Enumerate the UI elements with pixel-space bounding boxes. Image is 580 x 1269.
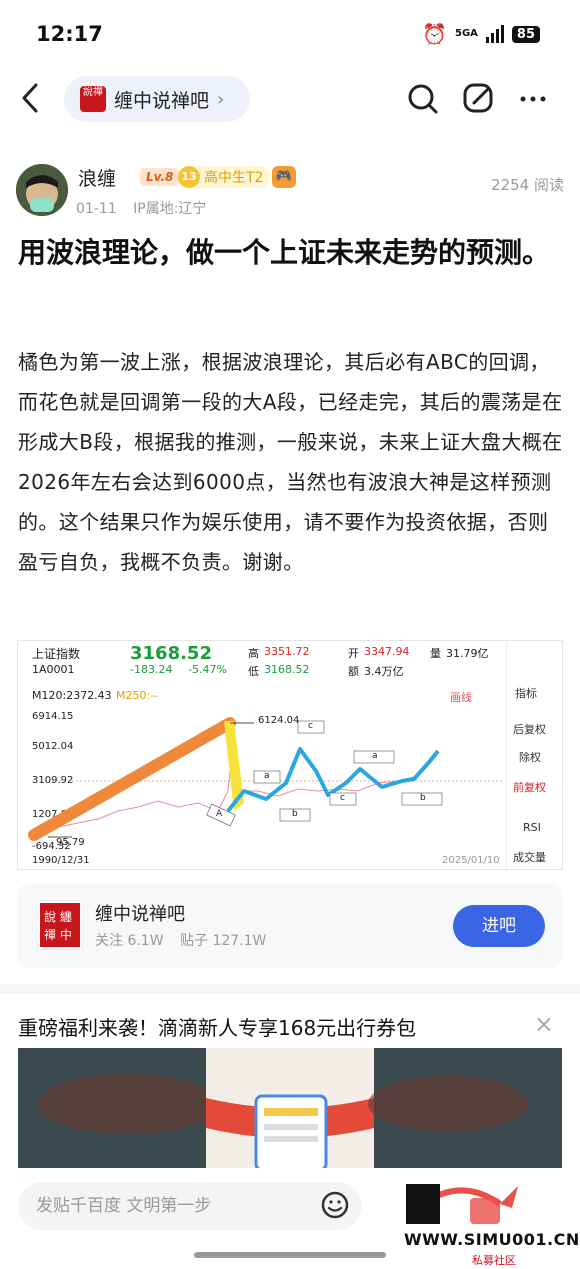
svg-text:禪: 禪	[44, 927, 56, 942]
watermark-logo	[406, 1184, 518, 1224]
gamepad-icon: 🎮	[272, 166, 296, 188]
section-divider	[0, 984, 580, 994]
edit-icon	[463, 83, 493, 113]
home-indicator[interactable]	[194, 1252, 386, 1258]
wave-label-a1: a	[264, 771, 270, 781]
side-menu-indicator: 指标	[515, 687, 537, 700]
reply-input[interactable]: 发贴千百度 文明第一步	[18, 1182, 362, 1230]
forum-card-stats: 关注 6.1W 贴子 127.1W	[95, 930, 278, 950]
level-badge: Lv.8	[140, 168, 180, 186]
side-menu-ex-rights: 除权	[519, 751, 541, 764]
signal-icon	[485, 25, 504, 43]
status-time: 12:17	[36, 22, 103, 46]
svg-text:說: 說	[44, 909, 56, 924]
watermark: WWW.SIMU001.CN 私募社区	[400, 1176, 580, 1267]
post-meta: 01-11 IP属地:辽宁	[76, 198, 218, 218]
forum-logo: 說禪	[80, 86, 106, 112]
forum-card-name: 缠中说禅吧	[95, 904, 185, 925]
ad-banner-graphic	[18, 1048, 562, 1170]
side-menu-forward-adjust: 前复权	[513, 781, 546, 794]
battery-icon: 85	[511, 25, 540, 43]
status-indicators: ⏰ 5GA 85	[422, 22, 540, 46]
forum-followers: 关注 6.1W	[95, 933, 164, 949]
ad-image[interactable]	[18, 1048, 562, 1170]
wave-chart	[28, 717, 504, 841]
chart-side-menu: 指标 后复权 除权 前复权 RSI 成交量	[506, 641, 562, 869]
wave-label-b1: b	[292, 809, 298, 819]
side-menu-volume: 成交量	[513, 851, 546, 864]
rank-title: 高中生T2	[204, 170, 264, 186]
author-row: 浪缠 Lv.8 13 高中生T2 🎮 01-11 IP属地:辽宁 2254 阅读	[16, 160, 564, 220]
post-body: 橘色为第一波上涨，根据波浪理论，其后必有ABC的回调，而花色就是回调第一段的大A…	[18, 350, 563, 574]
svg-text:中: 中	[60, 927, 72, 942]
post-date: 01-11	[76, 201, 117, 217]
low-point-label: 95.79	[56, 837, 85, 848]
post-title: 用波浪理论，做一个上证未来走势的预测。	[18, 236, 551, 269]
watermark-url: WWW.SIMU001.CN	[404, 1230, 580, 1249]
enter-forum-button[interactable]: 进吧	[453, 905, 545, 947]
watermark-subtitle: 私募社区	[472, 1254, 516, 1267]
forum-name: 缠中说禅吧	[114, 89, 210, 112]
wave-label-a2: a	[372, 751, 378, 761]
forum-seal-icon: 說 纏 禪 中	[40, 903, 80, 947]
ad-close-button[interactable]: ×	[534, 1010, 554, 1038]
top-nav: 說禪 缠中说禅吧 ›	[0, 72, 580, 126]
search-icon	[408, 84, 438, 114]
bottom-bar: 发贴千百度 文明第一步 WWW.SIMU001.CN 私募社区	[0, 1168, 580, 1269]
forum-logo: 說 纏 禪 中	[37, 900, 83, 950]
emoji-button[interactable]	[320, 1190, 350, 1220]
forum-post-count: 贴子 127.1W	[180, 933, 267, 949]
search-button[interactable]	[404, 80, 442, 118]
svg-text:纏: 纏	[60, 909, 72, 924]
forum-card[interactable]: 說 纏 禪 中 缠中说禅吧 关注 6.1W 贴子 127.1W 进吧	[17, 884, 563, 968]
network-type: 5GA	[455, 28, 478, 39]
back-button[interactable]	[20, 82, 50, 116]
author-name[interactable]: 浪缠	[78, 164, 116, 191]
wave-label-A: A	[216, 809, 223, 819]
ip-location: IP属地:辽宁	[133, 201, 207, 217]
wave-label-c2: c	[340, 793, 345, 803]
chevron-left-icon	[22, 83, 38, 113]
smiley-icon	[321, 1191, 349, 1219]
wave-label-b2: b	[420, 793, 426, 803]
side-menu-rsi: RSI	[523, 821, 541, 834]
peak-label: 6124.04	[258, 715, 300, 726]
more-button[interactable]	[514, 80, 552, 118]
more-icon	[520, 96, 546, 102]
rank-number: 13	[178, 166, 200, 188]
avatar-image	[16, 164, 68, 216]
view-count: 2254 阅读	[491, 176, 564, 194]
status-bar: 12:17 ⏰ 5GA 85	[0, 0, 580, 70]
ad-title[interactable]: 重磅福利来袭！滴滴新人专享168元出行券包	[18, 1012, 416, 1041]
rank-badge: 13 高中生T2	[178, 166, 272, 188]
wave-label-c1: c	[308, 721, 313, 731]
chevron-right-icon: ›	[217, 88, 225, 110]
side-menu-back-adjust: 后复权	[513, 723, 546, 736]
forum-link[interactable]: 說禪 缠中说禅吧 ›	[64, 76, 250, 122]
edit-button[interactable]	[460, 80, 498, 118]
avatar[interactable]	[16, 164, 68, 216]
alarm-icon: ⏰	[422, 22, 447, 46]
post-image[interactable]: 上证指数 1A0001 3168.52 -183.24 -5.47% 高 335…	[17, 640, 563, 870]
